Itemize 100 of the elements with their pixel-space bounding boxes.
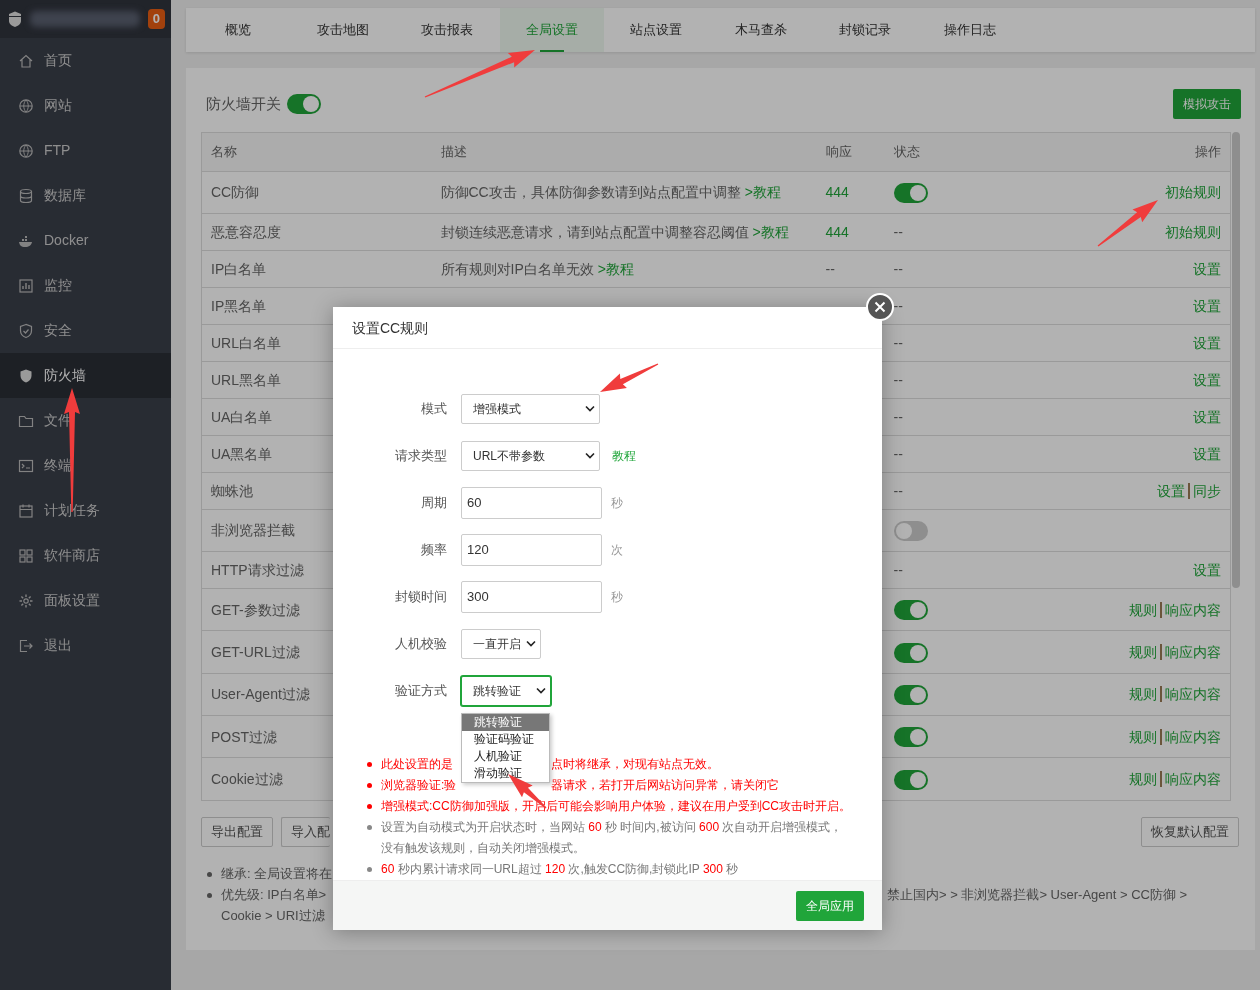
dropdown-option[interactable]: 跳转验证: [462, 714, 549, 731]
tab[interactable]: 全局设置: [499, 8, 604, 52]
action-link[interactable]: 设置: [1193, 371, 1221, 388]
note-text: 秒 时间内,被访问: [604, 820, 697, 834]
sidebar-item[interactable]: 面板设置: [0, 578, 171, 623]
scrollbar[interactable]: [1232, 132, 1240, 588]
action-link[interactable]: 设置: [1193, 408, 1221, 425]
toggle-switch[interactable]: [287, 94, 321, 114]
apply-button[interactable]: 全局应用: [796, 890, 864, 921]
table-cell: --: [893, 260, 903, 277]
dropdown[interactable]: URL不带参数: [461, 440, 600, 471]
input-field[interactable]: 120: [461, 533, 602, 566]
sidebar-item[interactable]: 软件商店: [0, 533, 171, 578]
table-cell: --: [893, 371, 903, 388]
note-text: 秒: [725, 862, 739, 876]
sidebar-item[interactable]: Docker: [0, 218, 171, 263]
sidebar-item[interactable]: 网站: [0, 83, 171, 128]
table-cell: --: [893, 445, 903, 462]
sidebar-item[interactable]: 首页: [0, 38, 171, 83]
column-header: 响应: [816, 132, 885, 171]
note-text: 没有触发该规则，自动关闭增强模式。: [381, 841, 585, 855]
export-button[interactable]: 导出配置: [201, 816, 273, 847]
sidebar-item[interactable]: 安全: [0, 308, 171, 353]
action-link[interactable]: 初始规则: [1165, 223, 1221, 240]
tutorial-link[interactable]: >教程: [597, 260, 634, 277]
note-text: 点时将继承，对现有站点无效。: [551, 757, 719, 771]
restore-button[interactable]: 恢复默认配置: [1141, 816, 1239, 847]
number-text: 600: [699, 820, 720, 834]
action-link[interactable]: 响应内容: [1160, 644, 1221, 661]
note-text: 设置为自动模式为开启状态时，当网站: [381, 820, 586, 834]
toggle-switch[interactable]: [893, 769, 928, 790]
toggle-switch[interactable]: [893, 642, 928, 663]
number-text: 60: [588, 820, 602, 834]
toggle-switch[interactable]: [893, 182, 928, 203]
dropdown[interactable]: 跳转验证: [461, 675, 551, 706]
table-cell: --: [893, 334, 903, 351]
tab[interactable]: 木马查杀: [708, 8, 813, 52]
bullet-icon: [367, 804, 372, 810]
sidebar-item[interactable]: FTP: [0, 128, 171, 173]
action-link[interactable]: 设置: [1193, 297, 1221, 314]
input-field[interactable]: 300: [461, 580, 602, 613]
dropdown-option[interactable]: 人机验证: [462, 748, 549, 765]
notification-badge[interactable]: 0: [147, 9, 165, 29]
dropdown[interactable]: 一直开启: [461, 628, 541, 659]
action-link[interactable]: 响应内容: [1160, 686, 1221, 703]
table-cell: --: [825, 260, 835, 277]
toggle-switch[interactable]: [893, 727, 928, 748]
settings-icon: [18, 592, 34, 609]
caret-icon: [536, 687, 546, 694]
close-icon: [874, 301, 886, 313]
sidebar-item[interactable]: 防火墙: [0, 353, 171, 398]
import-button[interactable]: 导入配: [281, 816, 330, 847]
unit-label: 次: [611, 541, 623, 559]
toggle-switch[interactable]: [893, 521, 928, 542]
toggle-switch[interactable]: [893, 685, 928, 705]
action-link[interactable]: 规则: [1129, 686, 1157, 703]
table-cell: 恶意容忍度: [201, 213, 432, 251]
chart-icon: [18, 277, 34, 294]
action-link[interactable]: 规则: [1129, 770, 1157, 787]
dropdown-option[interactable]: 验证码验证: [462, 731, 549, 748]
shield-icon: [18, 322, 34, 339]
dropdown-option[interactable]: 滑动验证: [462, 765, 549, 782]
action-link[interactable]: 规则: [1129, 728, 1157, 745]
action-link[interactable]: 设置: [1193, 334, 1221, 351]
simulate-button[interactable]: 模拟攻击: [1173, 89, 1241, 119]
action-link[interactable]: 设置: [1193, 445, 1221, 462]
action-link[interactable]: 规则: [1129, 601, 1157, 618]
sidebar-item[interactable]: 计划任务: [0, 488, 171, 533]
tab[interactable]: 攻击报表: [395, 8, 500, 52]
tutorial-link[interactable]: 教程: [612, 446, 636, 465]
sidebar-item[interactable]: 退出: [0, 623, 171, 668]
sidebar-item[interactable]: 监控: [0, 263, 171, 308]
tab[interactable]: 封锁记录: [813, 8, 918, 52]
dropdown[interactable]: 增强模式: [461, 393, 600, 424]
action-link[interactable]: 设置: [1193, 562, 1221, 579]
number-text: 120: [545, 862, 566, 876]
sidebar-item[interactable]: 数据库: [0, 173, 171, 218]
table-cell: 所有规则对IP白名单无效: [440, 260, 594, 277]
grid-icon: [18, 547, 34, 564]
tab[interactable]: 站点设置: [604, 8, 709, 52]
input-field[interactable]: 60: [461, 486, 602, 519]
action-link[interactable]: 初始规则: [1165, 184, 1221, 201]
action-link[interactable]: 同步: [1188, 482, 1221, 499]
action-link[interactable]: 响应内容: [1160, 601, 1221, 618]
shield-icon: [18, 367, 34, 384]
number-text: 300: [702, 862, 723, 876]
action-link[interactable]: 响应内容: [1160, 728, 1221, 745]
tutorial-link[interactable]: >教程: [744, 184, 781, 201]
caret-icon: [585, 405, 595, 412]
toggle-switch[interactable]: [893, 600, 928, 621]
tab[interactable]: 操作日志: [917, 8, 1022, 52]
action-link[interactable]: 规则: [1129, 644, 1157, 661]
action-link[interactable]: 响应内容: [1160, 770, 1221, 787]
table-cell: --: [893, 223, 903, 240]
tab[interactable]: 攻击地图: [290, 8, 395, 52]
table-cell: --: [893, 482, 903, 499]
action-link[interactable]: 设置: [1193, 260, 1221, 277]
tab[interactable]: 概览: [186, 8, 291, 52]
action-link[interactable]: 设置: [1157, 482, 1185, 499]
tutorial-link[interactable]: >教程: [752, 223, 789, 240]
